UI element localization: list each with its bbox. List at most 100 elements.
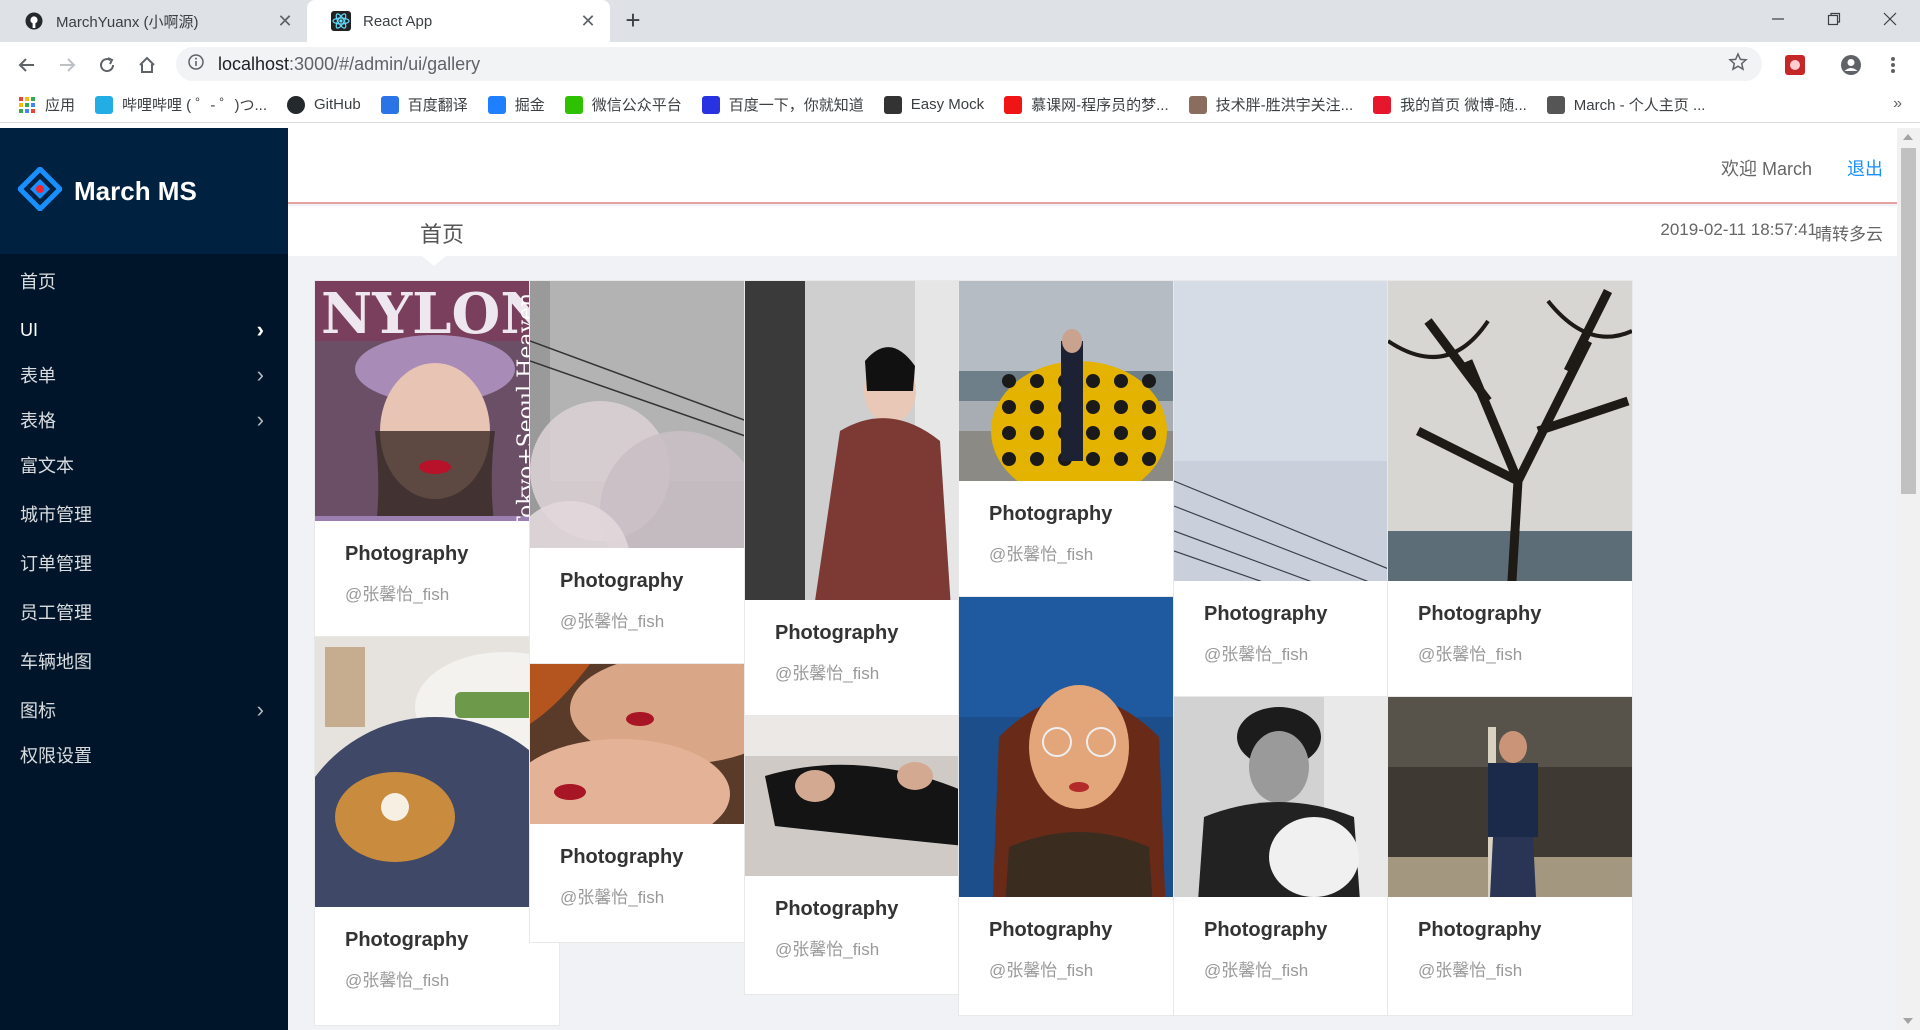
baidu-translate-icon bbox=[380, 95, 399, 114]
photo-card[interactable]: Photography @张馨怡_fish bbox=[744, 280, 990, 719]
page-scrollbar[interactable] bbox=[1897, 128, 1920, 1030]
bookmark-item[interactable]: 哔哩哔哩 ( ゜- ゜)つ... bbox=[95, 94, 267, 115]
extension-icon[interactable] bbox=[1780, 50, 1810, 80]
photo-card[interactable]: Photography @张馨怡_fish bbox=[1387, 696, 1633, 1016]
card-title: Photography bbox=[989, 503, 1113, 525]
reload-icon[interactable] bbox=[92, 50, 122, 80]
photo-card[interactable]: Photography @张馨怡_fish bbox=[744, 715, 990, 995]
sidebar-item[interactable]: 订单管理 bbox=[0, 536, 288, 590]
sidebar-item[interactable]: 车辆地图 bbox=[0, 634, 288, 688]
card-title: Photography bbox=[775, 622, 899, 644]
card-title: Photography bbox=[1204, 919, 1328, 941]
scroll-up-icon[interactable] bbox=[1903, 134, 1913, 140]
card-meta: Photography @张馨怡_fish bbox=[745, 876, 989, 994]
photo-card[interactable]: Photography @张馨怡_fish bbox=[958, 280, 1204, 600]
sidebar-item[interactable]: 首页 bbox=[0, 254, 288, 308]
bookmarks-overflow-icon[interactable]: » bbox=[1893, 95, 1902, 113]
sidebar-item-label: 订单管理 bbox=[20, 554, 92, 574]
sidebar-item-label: 表格 bbox=[20, 411, 56, 431]
close-icon[interactable]: ✕ bbox=[578, 11, 598, 31]
url-input[interactable]: localhost:3000/#/admin/ui/gallery bbox=[176, 47, 1762, 81]
restore-icon[interactable] bbox=[1806, 0, 1862, 38]
sidebar-item-label: 车辆地图 bbox=[20, 652, 92, 672]
url-path: :3000/#/admin/ui/gallery bbox=[289, 53, 481, 74]
card-author: @张馨怡_fish bbox=[775, 664, 880, 683]
bookmark-label: 慕课网-程序员的梦... bbox=[1031, 97, 1169, 114]
page-icon bbox=[1546, 95, 1565, 114]
profile-icon[interactable] bbox=[1836, 50, 1866, 80]
more-menu-icon[interactable] bbox=[1878, 50, 1908, 80]
card-author: @张馨怡_fish bbox=[560, 612, 665, 631]
photo-woman-red-satin-outfit bbox=[745, 281, 989, 669]
card-meta: Photography @张馨怡_fish bbox=[745, 600, 989, 718]
photo-card[interactable]: Photography @张馨怡_fish bbox=[1386, 280, 1633, 700]
sidebar-item-label: 城市管理 bbox=[20, 505, 92, 525]
photo-card[interactable]: Photography @张馨怡_fish bbox=[288, 636, 595, 1026]
window-close-icon[interactable] bbox=[1862, 0, 1918, 38]
new-tab-button[interactable]: + bbox=[620, 7, 646, 33]
forward-icon[interactable] bbox=[52, 50, 82, 80]
bookmark-item[interactable]: March - 个人主页 ... bbox=[1546, 94, 1706, 115]
minimize-icon[interactable] bbox=[1750, 0, 1806, 38]
sidebar-item-label: 首页 bbox=[20, 272, 56, 292]
photo-card[interactable]: Photography @张馨怡_fish bbox=[510, 654, 790, 943]
chevron-right-icon: › bbox=[256, 697, 264, 722]
sidebar-item[interactable]: 富文本 bbox=[0, 438, 288, 492]
card-meta: Photography @张馨怡_fish bbox=[1388, 897, 1632, 1015]
card-title: Photography bbox=[560, 846, 684, 868]
photo-card[interactable]: Photography @张馨怡_fish bbox=[1173, 696, 1419, 1016]
bookmark-item[interactable]: 百度翻译 bbox=[380, 94, 468, 115]
card-meta: Photography @张馨怡_fish bbox=[315, 907, 559, 1025]
main-content: 欢迎 March 退出 首页 2019-02-11 18:57:41 晴转多云 … bbox=[288, 128, 1897, 1030]
bookmark-item[interactable]: GitHub bbox=[287, 95, 361, 114]
bookmark-label: March - 个人主页 ... bbox=[1573, 97, 1706, 114]
weather-text: 晴转多云 bbox=[1815, 225, 1883, 244]
card-author: @张馨怡_fish bbox=[1418, 645, 1523, 664]
card-author: @张馨怡_fish bbox=[345, 585, 450, 604]
card-author: @张馨怡_fish bbox=[1418, 961, 1523, 980]
star-bookmark-icon[interactable] bbox=[1728, 51, 1748, 77]
welcome-text: 欢迎 March bbox=[1720, 159, 1812, 179]
card-author: @张馨怡_fish bbox=[345, 971, 450, 990]
home-icon[interactable] bbox=[132, 50, 162, 80]
sidebar-item[interactable]: 权限设置 bbox=[0, 728, 288, 782]
scrollbar-thumb[interactable] bbox=[1901, 148, 1916, 494]
bookmarks-bar: 应用 哔哩哔哩 ( ゜- ゜)つ... GitHub 百度翻译 掘金 微信公众平台 百度一下… bbox=[0, 87, 1920, 123]
photo-card[interactable]: NYLON Tokyo+Seoul Heaven Photography @张馨怡_f… bbox=[314, 280, 560, 640]
logo-icon bbox=[16, 164, 64, 216]
card-title: Photography bbox=[345, 929, 469, 951]
close-icon[interactable]: ✕ bbox=[275, 11, 295, 31]
avatar-icon bbox=[1188, 95, 1207, 114]
sidebar-item[interactable]: 员工管理 bbox=[0, 585, 288, 639]
scroll-down-icon[interactable] bbox=[1903, 1018, 1913, 1024]
sidebar-item[interactable]: 城市管理 bbox=[0, 487, 288, 541]
github-icon bbox=[24, 11, 44, 31]
browser-tab-react-app[interactable]: React App ✕ bbox=[307, 0, 610, 42]
photo-dessert-plates bbox=[288, 637, 595, 1017]
breadcrumb-title: 首页 bbox=[420, 222, 465, 247]
photo-card[interactable]: Photography @张馨怡_fish bbox=[958, 596, 1204, 1016]
back-icon[interactable] bbox=[12, 50, 42, 80]
bookmark-item[interactable]: 慕课网-程序员的梦... bbox=[1004, 94, 1169, 115]
bookmark-item[interactable]: 百度一下，你就知道 bbox=[701, 94, 864, 115]
imooc-icon bbox=[1004, 95, 1023, 114]
bookmark-item[interactable]: Easy Mock bbox=[883, 95, 984, 114]
photo-card[interactable]: Photography @张馨怡_fish bbox=[510, 280, 775, 667]
browser-tab-github[interactable]: MarchYuanx (小啊源) ✕ bbox=[0, 0, 307, 42]
chevron-right-icon: › bbox=[256, 362, 264, 387]
bookmark-item[interactable]: 微信公众平台 bbox=[564, 94, 682, 115]
bookmark-item[interactable]: 我的首页 微博-随... bbox=[1373, 94, 1527, 115]
card-title: Photography bbox=[345, 543, 469, 565]
bookmark-item[interactable]: 掘金 bbox=[487, 94, 545, 115]
sidebar-item-label: 富文本 bbox=[20, 456, 74, 476]
bookmark-item[interactable]: 技术胖-胜洪宇关注... bbox=[1188, 94, 1353, 115]
logo[interactable]: March MS bbox=[0, 128, 288, 254]
logout-link[interactable]: 退出 bbox=[1847, 155, 1883, 181]
address-bar: localhost:3000/#/admin/ui/gallery bbox=[0, 42, 1920, 87]
bookmark-item[interactable]: 应用 bbox=[18, 94, 75, 115]
react-icon bbox=[331, 11, 351, 31]
info-icon[interactable] bbox=[188, 53, 204, 75]
photo-card[interactable]: Photography @张馨怡_fish bbox=[1173, 280, 1419, 700]
weibo-icon bbox=[1373, 95, 1392, 114]
logo-text: March MS bbox=[74, 175, 197, 206]
